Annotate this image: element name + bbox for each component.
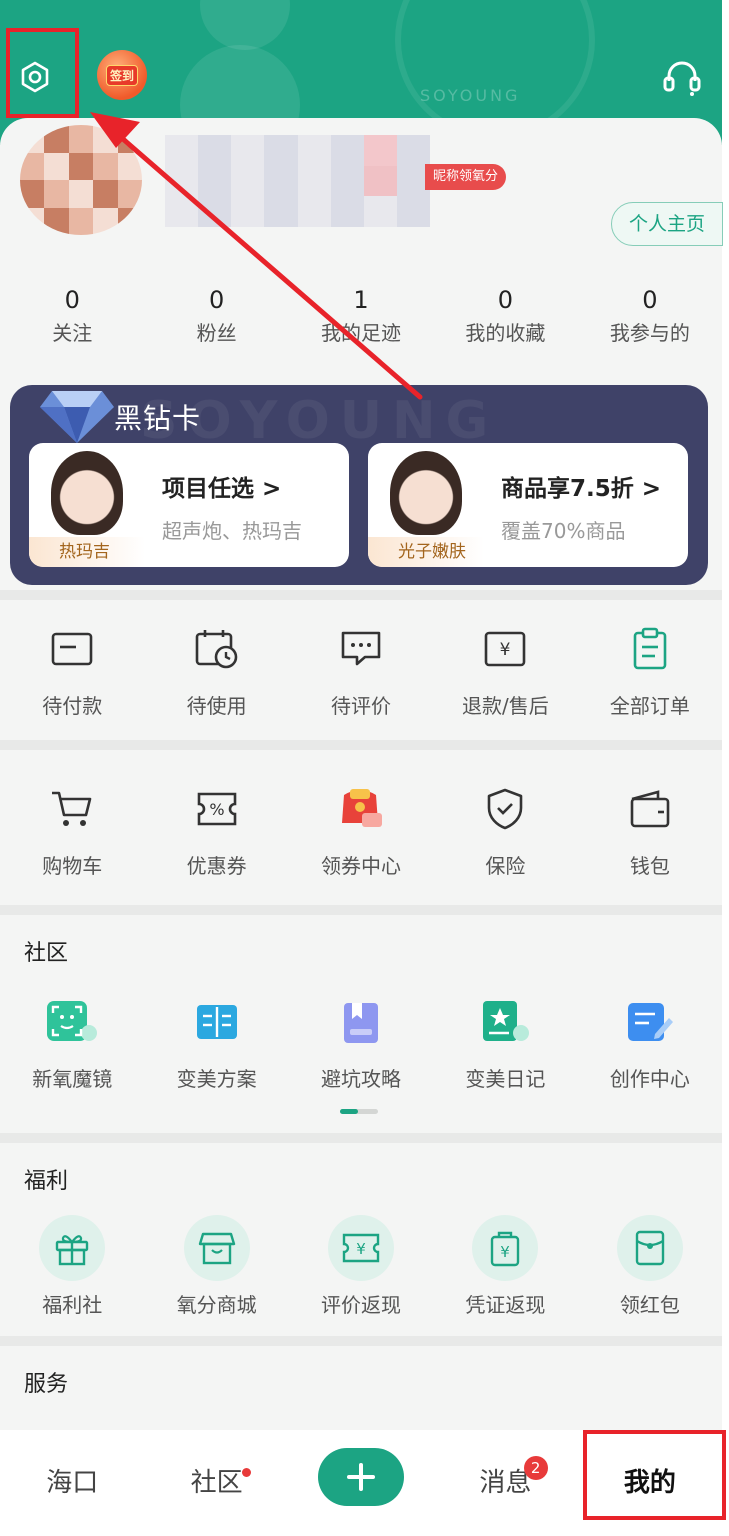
annotation-arrow: [90, 112, 423, 400]
